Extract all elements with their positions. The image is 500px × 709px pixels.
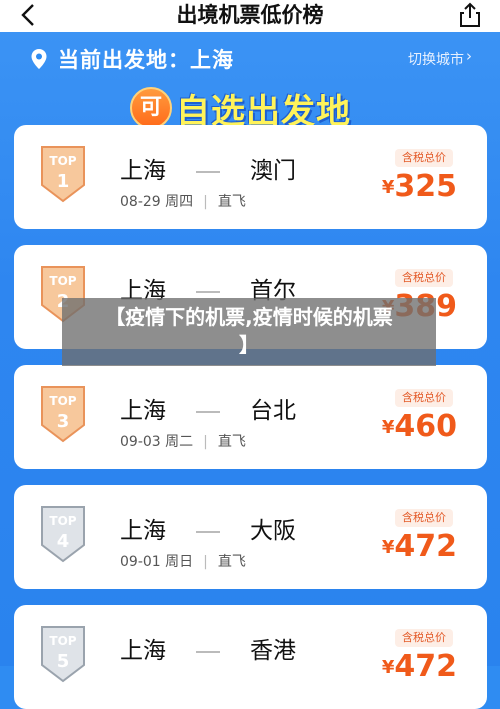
price-value: 472 <box>394 529 457 564</box>
tax-included-tag: 含税总价 <box>395 269 453 287</box>
currency-symbol: ¥ <box>381 177 395 198</box>
route-dash <box>196 530 220 533</box>
tax-included-tag: 含税总价 <box>395 149 453 167</box>
page-title: 出境机票低价榜 <box>176 3 324 27</box>
flight-weekday: 周二 <box>165 434 194 450</box>
route-price: ¥325 <box>382 169 457 204</box>
origin-city: 上海 <box>120 158 166 184</box>
route-card[interactable]: TOP 1 上海 澳门 08-29 周四 | 直飞 含税总价 ¥325 <box>14 125 487 229</box>
caption-line-1: 【疫情下的机票,疫情时候的机票 <box>105 305 393 329</box>
banner-badge: 可 <box>130 87 172 129</box>
rank-label: TOP <box>49 394 76 408</box>
flight-info: 08-29 周四 | 直飞 <box>120 191 246 211</box>
info-separator: | <box>203 194 208 210</box>
rank-label: TOP <box>49 274 76 288</box>
route-text: 上海 香港 <box>120 631 296 665</box>
flight-date: 09-01 <box>120 554 161 570</box>
flight-date: 08-29 <box>120 194 161 210</box>
top-bar: 出境机票低价榜 <box>0 0 500 32</box>
price-value: 460 <box>394 409 457 444</box>
info-separator: | <box>203 554 208 570</box>
route-card[interactable]: TOP5上海香港 |含税总价¥472 <box>14 605 487 709</box>
destination-city: 台北 <box>250 398 296 424</box>
flight-type: 直飞 <box>217 434 246 450</box>
route-dash <box>196 290 220 293</box>
rank-number: 4 <box>57 531 70 552</box>
route-text: 上海 大阪 <box>120 511 296 545</box>
chevron-right-icon: › <box>466 47 472 65</box>
currency-symbol: ¥ <box>381 657 395 678</box>
price-value: 472 <box>394 649 457 684</box>
price-value: 325 <box>394 169 457 204</box>
route-price: ¥472 <box>382 529 457 564</box>
caption-line-2: 】 <box>239 333 259 357</box>
route-text: 上海 澳门 <box>120 151 296 185</box>
location-pin-icon <box>31 49 47 69</box>
flight-weekday: 周日 <box>165 554 194 570</box>
top-rank-badge-icon: TOP 5 <box>41 626 85 683</box>
flight-info: 09-01 周日 | 直飞 <box>120 551 246 571</box>
rank-label: TOP <box>49 514 76 528</box>
origin-city: 上海 <box>120 398 166 424</box>
info-separator: | <box>203 434 208 450</box>
route-card[interactable]: TOP 4 上海 大阪 09-01 周日 | 直飞 含税总价 ¥472 <box>14 485 487 589</box>
flight-info: 09-03 周二 | 直飞 <box>120 431 246 451</box>
switch-city-button[interactable]: 切换城市 <box>408 49 464 69</box>
top-rank-badge-icon: TOP 1 <box>41 146 85 203</box>
route-card[interactable]: TOP 3 上海 台北 09-03 周二 | 直飞 含税总价 ¥460 <box>14 365 487 469</box>
destination-city: 澳门 <box>250 158 296 184</box>
share-icon[interactable] <box>458 2 482 28</box>
currency-symbol: ¥ <box>381 417 395 438</box>
rank-label: TOP <box>49 634 76 648</box>
top-rank-badge-icon: TOP 3 <box>41 386 85 443</box>
tax-included-tag: 含税总价 <box>395 389 453 407</box>
destination-city: 大阪 <box>250 518 296 544</box>
rank-label: TOP <box>49 154 76 168</box>
tax-included-tag: 含税总价 <box>395 509 453 527</box>
flight-type: 直飞 <box>217 554 246 570</box>
destination-city: 香港 <box>250 638 296 664</box>
rank-number: 5 <box>57 651 70 672</box>
currency-symbol: ¥ <box>381 537 395 558</box>
flight-type: 直飞 <box>217 194 246 210</box>
departure-location: 当前出发地：上海 <box>58 48 234 72</box>
rank-number: 1 <box>57 171 70 192</box>
rank-number: 3 <box>57 411 70 432</box>
flight-date: 09-03 <box>120 434 161 450</box>
route-dash <box>196 650 220 653</box>
route-price: ¥472 <box>382 649 457 684</box>
caption-text: 【疫情下的机票,疫情时候的机票 】 <box>62 303 436 359</box>
tax-included-tag: 含税总价 <box>395 629 453 647</box>
route-text: 上海 台北 <box>120 391 296 425</box>
route-dash <box>196 170 220 173</box>
top-rank-badge-icon: TOP 4 <box>41 506 85 563</box>
flight-weekday: 周四 <box>165 194 194 210</box>
route-dash <box>196 410 220 413</box>
origin-city: 上海 <box>120 518 166 544</box>
route-price: ¥460 <box>382 409 457 444</box>
origin-city: 上海 <box>120 638 166 664</box>
